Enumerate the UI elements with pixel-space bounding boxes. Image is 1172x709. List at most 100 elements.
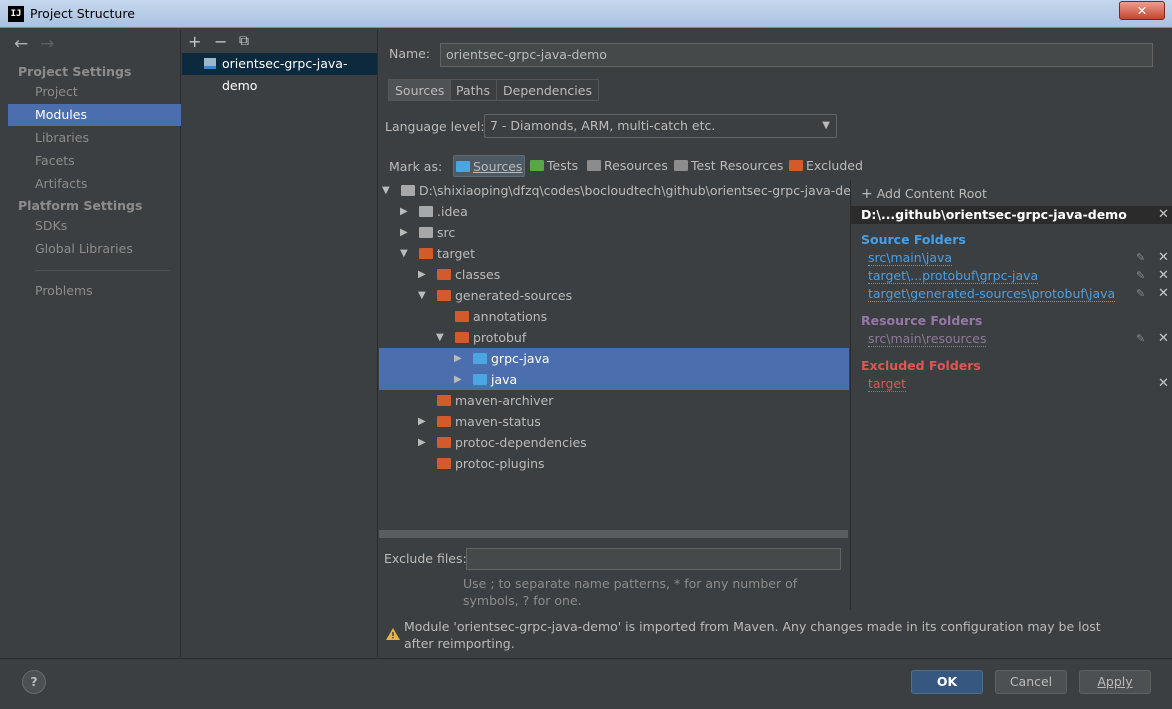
expand-arrow-icon[interactable]: ▼ <box>382 180 390 201</box>
edit-pencil-icon[interactable]: ✎ <box>1136 287 1145 300</box>
forward-arrow-icon[interactable]: → <box>40 34 54 54</box>
folder-icon <box>455 311 469 322</box>
folder-icon <box>401 185 415 196</box>
source-folder-item[interactable]: src\main\java <box>868 250 953 266</box>
tree-row[interactable]: annotations <box>379 306 849 327</box>
language-level-select[interactable]: 7 - Diamonds, ARM, multi-catch etc. ▼ <box>484 114 837 138</box>
cancel-button[interactable]: Cancel <box>995 670 1067 694</box>
collapse-arrow-icon[interactable]: ▶ <box>418 264 426 285</box>
language-level-label: Language level: <box>385 119 485 134</box>
mark-as-excluded-button[interactable]: Excluded <box>789 155 863 177</box>
module-item[interactable]: orientsec-grpc-java-demo <box>182 53 377 93</box>
nav-item-global-libraries[interactable]: Global Libraries <box>8 238 181 260</box>
nav-item-sdks[interactable]: SDKs <box>8 215 181 237</box>
mark-as-label: Mark as: <box>389 159 443 174</box>
tree-row[interactable]: ▶ maven-status <box>379 411 849 432</box>
excluded-folders-heading: Excluded Folders <box>861 358 981 373</box>
tree-row[interactable]: ▶ .idea <box>379 201 849 222</box>
resource-folder-item[interactable]: src\main\resources <box>868 331 987 347</box>
remove-close-icon[interactable]: ✕ <box>1158 250 1169 265</box>
platform-settings-heading: Platform Settings <box>18 198 143 213</box>
module-name-field[interactable]: orientsec-grpc-java-demo <box>440 43 1153 67</box>
nav-item-project[interactable]: Project <box>8 81 181 103</box>
tree-row-label: maven-archiver <box>455 393 554 408</box>
mark-as-resources-button[interactable]: Resources <box>587 155 668 177</box>
tree-row-label: protoc-plugins <box>455 456 545 471</box>
collapse-arrow-icon[interactable]: ▶ <box>418 411 426 432</box>
language-level-value: 7 - Diamonds, ARM, multi-catch etc. <box>490 118 716 133</box>
remove-close-icon[interactable]: ✕ <box>1158 376 1169 391</box>
tree-row[interactable]: ▶ protoc-dependencies <box>379 432 849 453</box>
tree-row-label: src <box>437 225 456 240</box>
collapse-arrow-icon[interactable]: ▶ <box>400 222 408 243</box>
exclude-files-label: Exclude files: <box>384 551 467 566</box>
tree-row-label: .idea <box>437 204 468 219</box>
apply-button[interactable]: Apply <box>1079 670 1151 694</box>
source-folder-item[interactable]: target\...protobuf\grpc-java <box>868 268 1039 284</box>
ok-button[interactable]: OK <box>911 670 983 694</box>
close-window-button[interactable]: ✕ <box>1119 1 1165 20</box>
back-arrow-icon[interactable]: ← <box>14 34 28 54</box>
tab-dependencies[interactable]: Dependencies <box>496 79 599 101</box>
tree-row[interactable]: protoc-plugins <box>379 453 849 474</box>
expand-arrow-icon[interactable]: ▼ <box>418 285 426 306</box>
remove-module-button[interactable]: − <box>214 32 227 51</box>
expand-arrow-icon[interactable]: ▼ <box>436 327 444 348</box>
resources-folder-icon <box>587 160 601 171</box>
horizontal-scrollbar[interactable] <box>379 530 848 538</box>
remove-close-icon[interactable]: ✕ <box>1158 286 1169 301</box>
tree-row[interactable]: ▶ src <box>379 222 849 243</box>
tree-row[interactable]: ▶ classes <box>379 264 849 285</box>
folder-icon <box>437 290 451 301</box>
source-folder-item[interactable]: target\generated-sources\protobuf\java <box>868 286 1116 302</box>
folder-icon <box>455 332 469 343</box>
collapse-arrow-icon[interactable]: ▶ <box>454 348 462 369</box>
tree-row[interactable]: ▼ protobuf <box>379 327 849 348</box>
tree-row[interactable]: ▼ D:\shixiaoping\dfzq\codes\bocloudtech\g… <box>379 180 871 201</box>
edit-pencil-icon[interactable]: ✎ <box>1136 251 1145 264</box>
add-module-button[interactable]: + <box>188 32 201 51</box>
exclude-files-field[interactable] <box>466 548 841 570</box>
folder-icon <box>437 416 451 427</box>
copy-module-button[interactable]: ⧉ <box>239 33 249 49</box>
tree-row-label: target <box>437 246 476 261</box>
source-folders-heading: Source Folders <box>861 232 966 247</box>
remove-root-close-icon[interactable]: ✕ <box>1158 207 1169 222</box>
warning-icon <box>386 628 400 640</box>
expand-arrow-icon[interactable]: ▼ <box>400 243 408 264</box>
tree-row[interactable]: ▼ target <box>379 243 849 264</box>
edit-pencil-icon[interactable]: ✎ <box>1136 269 1145 282</box>
folder-icon <box>473 374 487 385</box>
folder-icon <box>473 353 487 364</box>
collapse-arrow-icon[interactable]: ▶ <box>400 201 408 222</box>
help-button[interactable]: ? <box>22 670 46 694</box>
remove-close-icon[interactable]: ✕ <box>1158 331 1169 346</box>
nav-item-artifacts[interactable]: Artifacts <box>8 173 181 195</box>
nav-item-libraries[interactable]: Libraries <box>8 127 181 149</box>
excluded-folder-item[interactable]: target <box>868 376 907 392</box>
tree-row[interactable]: maven-archiver <box>379 390 849 411</box>
mark-as-test-resources-button[interactable]: Test Resources <box>674 155 783 177</box>
collapse-arrow-icon[interactable]: ▶ <box>454 369 462 390</box>
mark-as-sources-button[interactable]: Sources <box>453 155 526 177</box>
tree-row[interactable]: ▶ grpc-java <box>379 348 849 369</box>
nav-item-problems[interactable]: Problems <box>8 280 181 302</box>
mark-as-tests-button[interactable]: Tests <box>530 155 578 177</box>
add-content-root-button[interactable]: + Add Content Root <box>861 186 987 202</box>
nav-item-modules[interactable]: Modules <box>8 104 181 126</box>
nav-item-facets[interactable]: Facets <box>8 150 181 172</box>
project-settings-heading: Project Settings <box>18 64 132 79</box>
tree-row[interactable]: ▼ generated-sources <box>379 285 849 306</box>
collapse-arrow-icon[interactable]: ▶ <box>418 432 426 453</box>
content-tree[interactable]: ▼ D:\shixiaoping\dfzq\codes\bocloudtech\g… <box>379 180 871 530</box>
edit-pencil-icon[interactable]: ✎ <box>1136 332 1145 345</box>
mark-as-tests-label: Tests <box>547 158 579 173</box>
folder-icon <box>437 269 451 280</box>
modules-pane: + − ⧉ orientsec-grpc-java-demo <box>182 30 378 657</box>
remove-close-icon[interactable]: ✕ <box>1158 268 1169 283</box>
tab-sources[interactable]: Sources <box>388 79 452 101</box>
test-resources-folder-icon <box>674 160 688 171</box>
tree-row[interactable]: ▶ java <box>379 369 849 390</box>
tab-paths[interactable]: Paths <box>449 79 497 101</box>
tree-row-label: classes <box>455 267 501 282</box>
